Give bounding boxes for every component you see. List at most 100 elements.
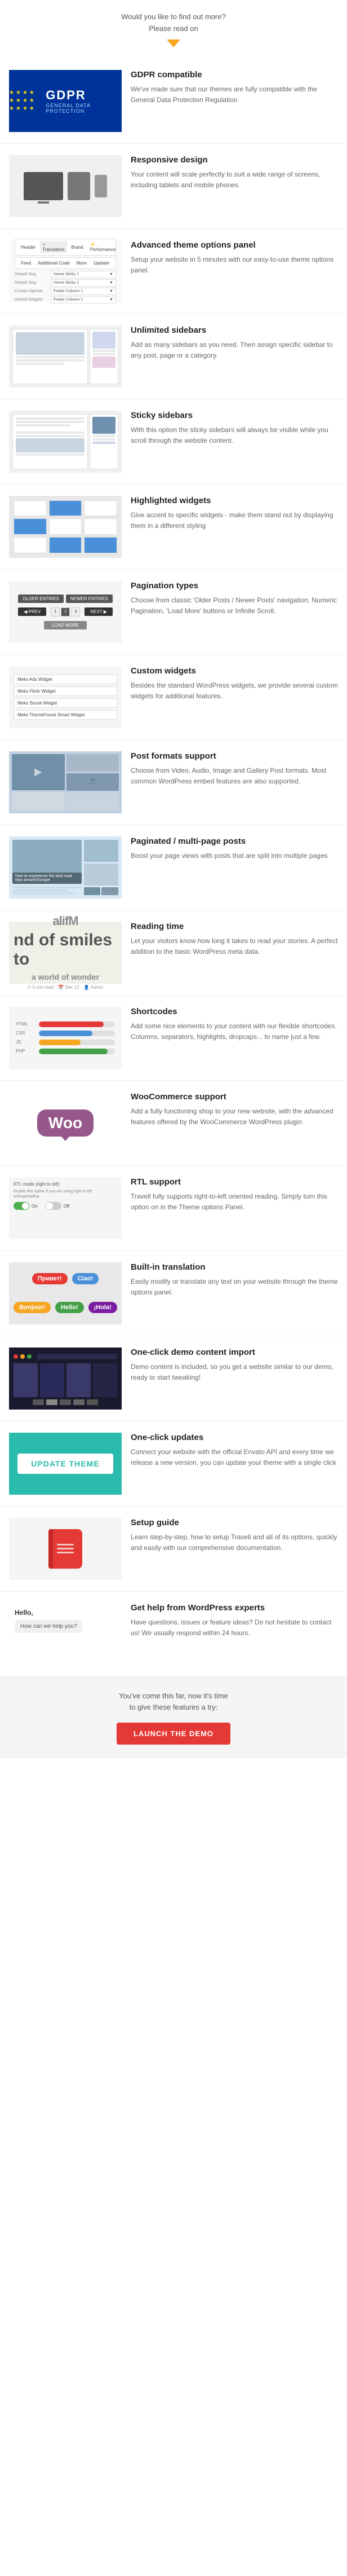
- feature-unlimited-sidebars: Unlimited sidebars Add as many sidebars …: [0, 314, 347, 399]
- wp-experts-description: Have questions, issues or feature ideas?…: [131, 1617, 338, 1639]
- toggle-track-on[interactable]: [14, 1202, 29, 1210]
- reading-time-image: alifM nd of smiles to a world of wonder …: [9, 922, 122, 984]
- adv-nav-performance: ⚡ Performance: [88, 241, 118, 253]
- adv-nav-more: More: [74, 259, 89, 267]
- hl-col-1: [14, 500, 47, 553]
- adv-nav-translation: ✓ Translation: [40, 241, 66, 253]
- book-line-3: [57, 1552, 74, 1553]
- one-click-updates-description: Connect your website with the official E…: [131, 1447, 338, 1468]
- book-spine: [48, 1529, 53, 1569]
- feature-post-formats: ▶ 🎵 Post formats support Choose from Vid…: [0, 740, 347, 825]
- di-dot-green: [27, 1354, 32, 1359]
- sc-fill-css: [39, 1031, 92, 1036]
- sticky-line-3: [16, 424, 71, 426]
- post-formats-image: ▶ 🎵: [9, 751, 122, 813]
- gdpr-image: ★★★★★ ★★★★★ ★★ GDPR GENERAL DATA PROTECT…: [9, 70, 122, 132]
- sc-label-html: HTML: [16, 1021, 35, 1027]
- responsive-text-block: Responsive design Your content will scal…: [131, 155, 338, 191]
- feature-shortcodes: HTML CSS JS PHP: [0, 996, 347, 1081]
- shortcodes-image: HTML CSS JS PHP: [9, 1007, 122, 1069]
- di-col-3: [66, 1363, 91, 1397]
- demo-import-text-block: One-click demo content import Demo conte…: [131, 1348, 338, 1383]
- advanced-options-image: Header ✓ Translation Brand ⚡ Performance…: [9, 240, 122, 302]
- ss-box-2: [92, 356, 115, 368]
- di-brand-4: [73, 1399, 84, 1405]
- feature-one-click-updates: UPDATE THEME One-click updates Connect y…: [0, 1421, 347, 1507]
- sc-fill-js: [39, 1040, 81, 1045]
- toggle-on[interactable]: On: [14, 1202, 38, 1210]
- pagination-title: Pagination types: [131, 581, 338, 591]
- toggle-off[interactable]: Off: [46, 1202, 70, 1210]
- hl-item-accent-2: [49, 500, 82, 517]
- sticky-side-line-2: [92, 438, 115, 441]
- rtl-row-1: RTL mode (right to left): [14, 1182, 117, 1187]
- next-btn[interactable]: NEXT ▶: [84, 607, 113, 616]
- translation-image: Привет! Ciao! Bonjour! Hello! ¡Hola!: [9, 1262, 122, 1324]
- field-label-default-slug: Default Slug: [15, 272, 48, 276]
- book-line-2: [57, 1548, 74, 1549]
- field-val-footer-col2: Footer Column 2▼: [51, 296, 116, 303]
- sticky-side-box: [92, 417, 115, 434]
- adv-nav-updater: Updater: [91, 259, 112, 267]
- sc-bar-html: HTML: [16, 1021, 115, 1027]
- demo-import-title: One-click demo content import: [131, 1348, 338, 1357]
- hl-item-1: [14, 500, 47, 517]
- translation-word-1: Привет!: [32, 1273, 68, 1284]
- translation-description: Easily modify or translate any text on y…: [131, 1276, 338, 1298]
- sticky-img-placeholder: [16, 438, 84, 452]
- gdpr-description: We've made sure that our themes are full…: [131, 84, 338, 105]
- custom-widgets-image: Meks Ads Widget Meks Flickr Widget Meks …: [9, 666, 122, 728]
- rtl-description: Travell fully supports right-to-left ori…: [131, 1191, 338, 1213]
- sticky-side-line-1: [92, 435, 115, 437]
- rtl-desc: Enable this option if you are using righ…: [14, 1189, 117, 1200]
- hl-item-accent-3: [49, 537, 82, 553]
- feature-reading-time: alifM nd of smiles to a world of wonder …: [0, 910, 347, 996]
- update-theme-btn-display[interactable]: UPDATE THEME: [17, 1454, 113, 1474]
- page-2[interactable]: 2: [61, 607, 70, 617]
- gdpr-stars: ★★★★★ ★★★★★ ★★: [9, 90, 39, 112]
- sticky-sidebar-area: [90, 414, 118, 469]
- book-icon: [48, 1529, 82, 1569]
- older-entries-btn[interactable]: OLDER ENTRIES: [18, 595, 63, 603]
- one-click-updates-text-block: One-click updates Connect your website w…: [131, 1433, 338, 1468]
- sc-bar-php: PHP: [16, 1049, 115, 1054]
- adv-nav-feed: Feed: [19, 259, 33, 267]
- di-dot-red: [14, 1354, 18, 1359]
- feature-rtl: RTL mode (right to left) Enable this opt…: [0, 1166, 347, 1251]
- highlighted-widgets-text-block: Highlighted widgets Give accent to speci…: [131, 496, 338, 531]
- feature-pagination: OLDER ENTRIES NEWER ENTRIES ◀ PREV 1 2 3…: [0, 570, 347, 655]
- field-val-home-sticky1: Home Sticky 1▼: [51, 271, 116, 278]
- load-more-btn[interactable]: LOAD MORE: [44, 621, 87, 629]
- feature-custom-widgets: Meks Ads Widget Meks Flickr Widget Meks …: [0, 655, 347, 740]
- sticky-sidebars-description: With this option the sticky sidebars wil…: [131, 425, 338, 446]
- header-question: Would you like to find out more?: [23, 11, 324, 23]
- arrow-down-icon: [167, 39, 180, 47]
- launch-demo-button[interactable]: LAUNCH THE DEMO: [117, 1723, 230, 1745]
- sc-bar-js: JS: [16, 1040, 115, 1045]
- hl-item-4: [84, 500, 117, 517]
- gdpr-subtitle: GENERAL DATA PROTECTION: [46, 103, 122, 114]
- page-3[interactable]: 3: [71, 607, 80, 617]
- setup-guide-title: Setup guide: [131, 1518, 338, 1527]
- di-content-area: [14, 1363, 117, 1397]
- di-brand-2: [46, 1399, 57, 1405]
- responsive-title: Responsive design: [131, 155, 338, 165]
- sc-label-css: CSS: [16, 1031, 35, 1036]
- toggle-track-off[interactable]: [46, 1202, 61, 1210]
- feature-highlighted-widgets: Highlighted widgets Give accent to speci…: [0, 485, 347, 570]
- newer-entries-btn[interactable]: NEWER ENTRIES: [66, 595, 113, 603]
- field-label-default-wid: Default Widgets: [15, 298, 48, 302]
- field-label-custom-sp: Custom Special: [15, 289, 48, 293]
- field-val-footer-col1: Footer Column 1▼: [51, 288, 116, 295]
- gdpr-logo: GDPR: [46, 88, 122, 103]
- paginated-title: Paginated / multi-page posts: [131, 836, 338, 846]
- ss-main-area: [12, 329, 88, 384]
- sc-track-html: [39, 1021, 115, 1027]
- woocommerce-description: Add a fully functioning shop to your new…: [131, 1106, 338, 1128]
- pag-nav: ◀ PREV 1 2 3 NEXT ▶: [18, 607, 113, 617]
- woocommerce-image: Woo: [9, 1092, 122, 1154]
- cw-row-2: Meks Flickr Widget: [14, 686, 117, 696]
- page-1[interactable]: 1: [51, 607, 60, 617]
- prev-btn[interactable]: ◀ PREV: [18, 607, 46, 616]
- setup-guide-description: Learn step-by-step, how to setup Travell…: [131, 1532, 338, 1553]
